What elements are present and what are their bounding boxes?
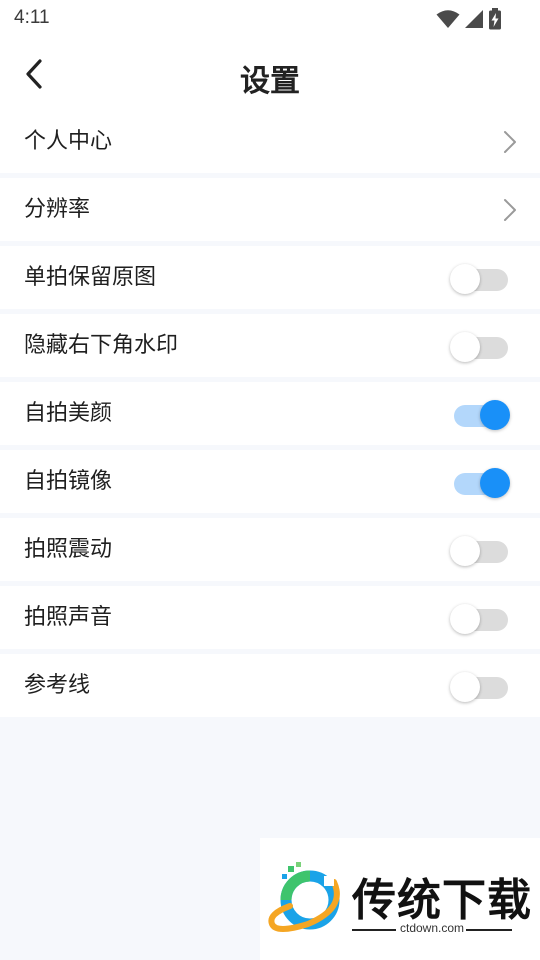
settings-row[interactable]: 单拍保留原图 [0,246,540,309]
toggle-switch[interactable] [450,535,510,566]
watermark-title: 传统下载 [352,875,532,926]
toggle-switch[interactable] [450,467,510,498]
settings-row[interactable]: 分辨率 [0,178,540,241]
toggle-thumb [450,332,480,362]
watermark-rule-right [466,929,512,931]
settings-row-label: 拍照震动 [24,537,113,562]
toggle-thumb [450,536,480,566]
settings-list: 个人中心分辨率单拍保留原图 隐藏右下角水印 自拍美颜自拍镜像拍照震动拍照声音参考线 [0,110,540,722]
settings-row-label: 个人中心 [24,129,113,154]
chevron-right-icon [504,131,516,153]
battery-charging-icon [489,8,501,30]
settings-row-label: 拍照声音 [24,605,113,630]
settings-row-label: 自拍美颜 [24,401,113,426]
settings-screen: 4:11 设置 个人中心分辨率单拍保留原图 隐藏右下角水印 自拍美颜自拍镜像拍照震动… [0,0,540,960]
ctdown-logo-icon [268,862,340,932]
toggle-switch[interactable] [450,331,510,362]
wifi-icon [436,10,460,28]
chevron-right-icon [504,199,516,221]
settings-row[interactable]: 拍照声音 [0,586,540,649]
toggle-switch[interactable] [450,399,510,430]
toggle-thumb [450,604,480,634]
toggle-switch[interactable] [450,603,510,634]
settings-row-label: 参考线 [24,673,91,698]
status-icons [436,8,502,30]
toggle-switch[interactable] [450,263,510,294]
settings-row-label: 自拍镜像 [24,469,113,494]
status-time: 4:11 [14,7,50,28]
settings-row[interactable]: 隐藏右下角水印 [0,314,540,377]
toggle-thumb [450,672,480,702]
cellular-signal-icon [465,10,483,28]
toggle-thumb [480,400,510,430]
settings-row[interactable]: 自拍美颜 [0,382,540,445]
page-title: 设置 [240,64,300,99]
settings-row[interactable]: 自拍镜像 [0,450,540,513]
settings-row[interactable]: 参考线 [0,654,540,717]
settings-row[interactable]: 拍照震动 [0,518,540,581]
watermark-url: ctdown.com [400,921,465,935]
toggle-switch[interactable] [450,671,510,702]
settings-row[interactable]: 个人中心 [0,110,540,173]
settings-row-label: 单拍保留原图 [24,265,157,290]
toggle-thumb [480,468,510,498]
settings-row-label: 分辨率 [24,197,91,222]
status-bar: 4:11 [0,0,540,38]
watermark-rule-left [352,929,396,931]
watermark-logo: 传统下载 ctdown.com [260,838,540,960]
header: 设置 [0,38,540,110]
toggle-thumb [450,264,480,294]
settings-row-label: 隐藏右下角水印 [24,333,179,358]
